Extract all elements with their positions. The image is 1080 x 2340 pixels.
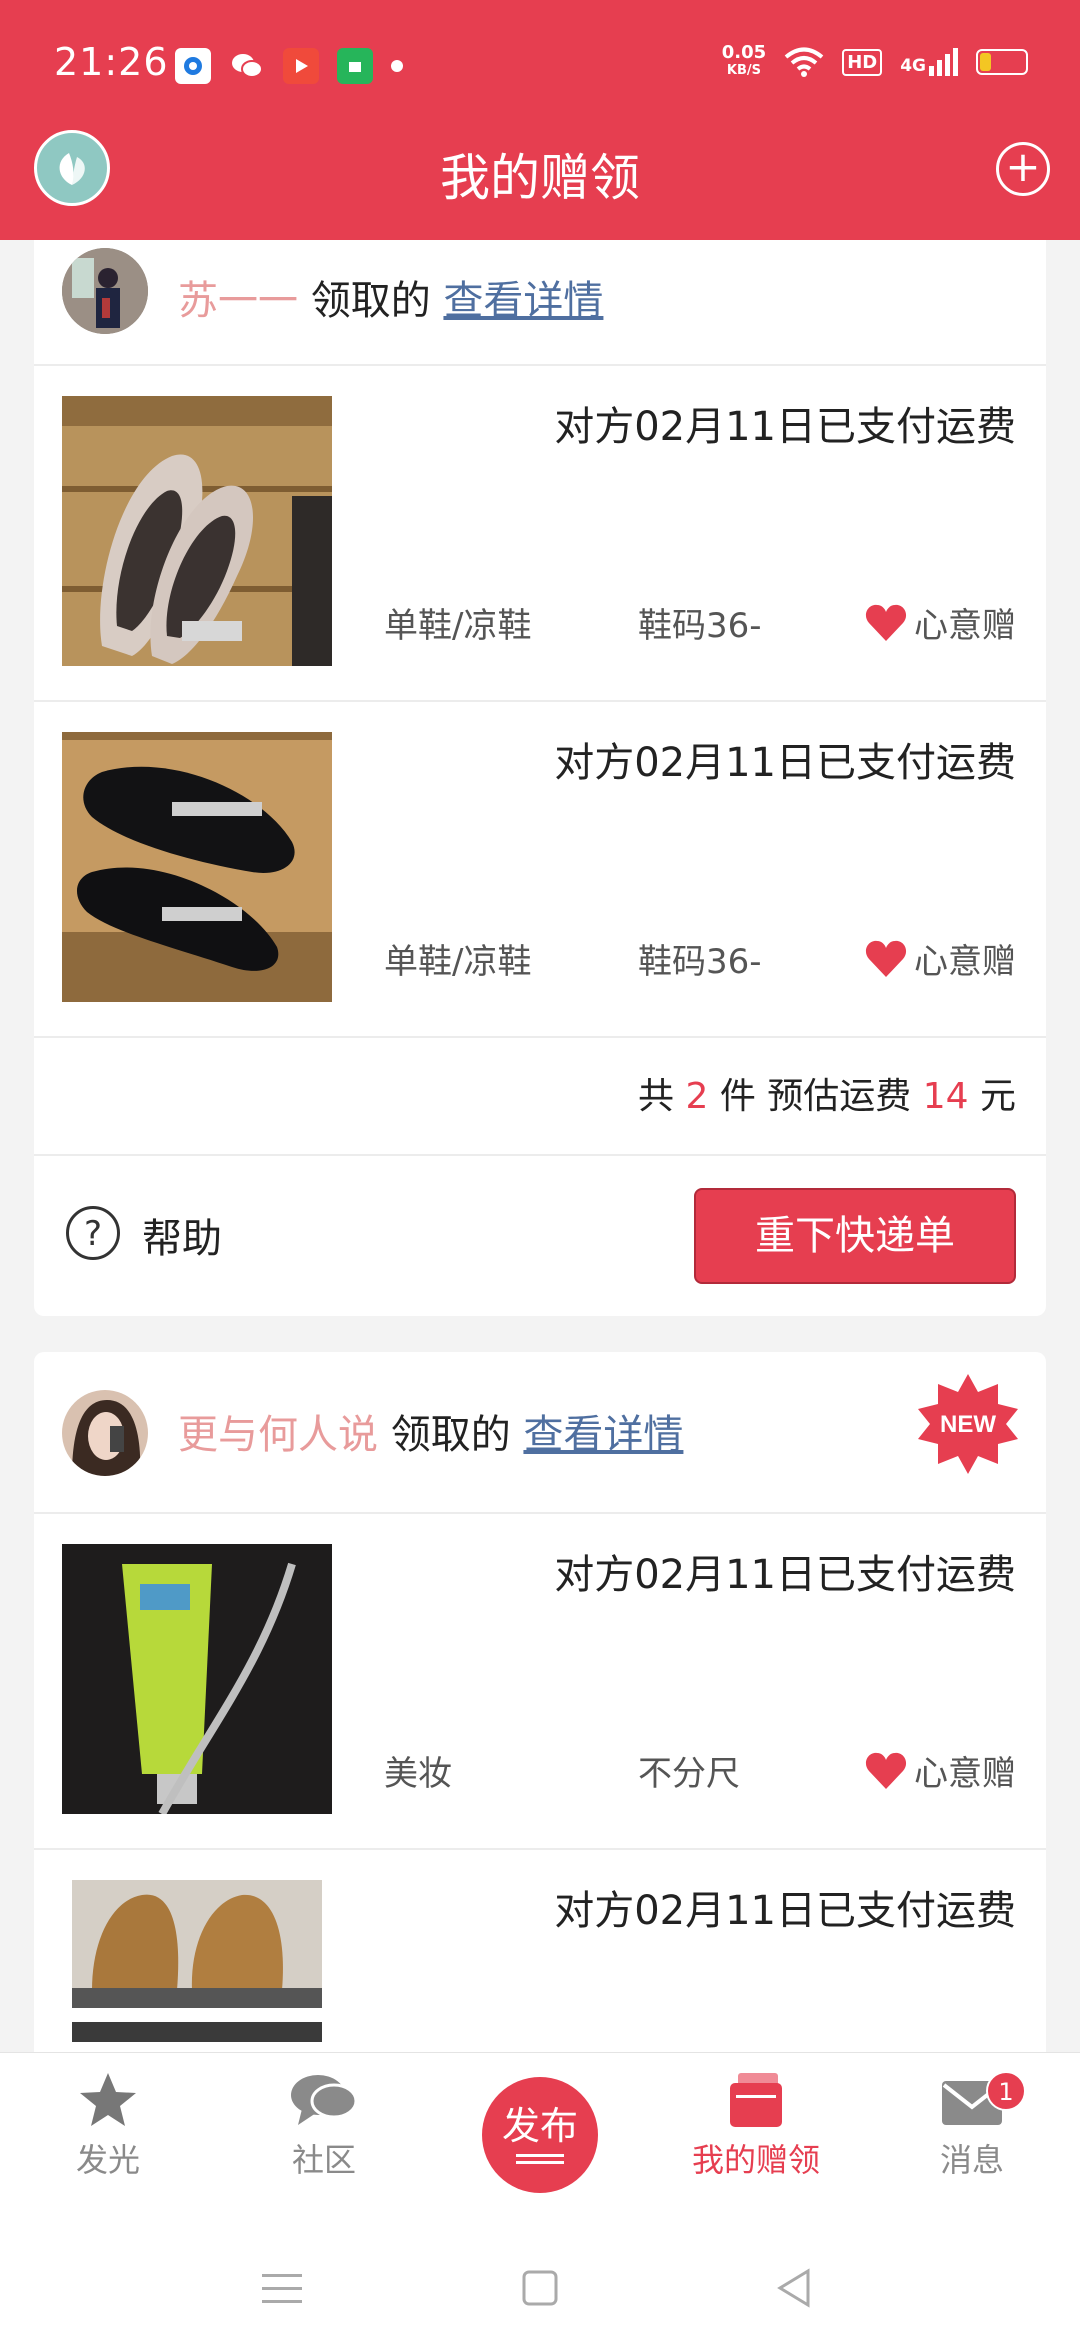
item-size: 鞋码36- [638,606,762,646]
view-details-link[interactable]: 查看详情 [523,1412,683,1458]
net-speed-value: 0.05 [721,42,767,63]
chat-bubble-icon [291,2075,358,2125]
item-tag-label: 心意赠 [914,606,1016,646]
item-tag-label: 心意赠 [914,1754,1016,1794]
item-tag: 心意赠 [864,1746,1016,1795]
network-type: 4G [900,56,926,76]
item-photo[interactable] [72,1880,322,2008]
item-count: 2 [685,1076,709,1117]
heart-icon [865,1752,907,1789]
item-photo[interactable] [62,396,332,666]
item-status: 对方02月11日已支付运费 [554,1888,1016,1934]
item-status: 对方02月11日已支付运费 [554,740,1016,786]
list-item[interactable]: 对方02月11日已支付运费 单鞋/凉鞋 鞋码36- 心意赠 [34,702,1046,1038]
item-category: 单鞋/凉鞋 [384,606,532,646]
tab-glow[interactable]: 发光 [18,2071,198,2181]
item-size: 不分尺 [638,1754,740,1794]
view-details-link[interactable]: 查看详情 [443,278,603,324]
status-time: 21:26 [54,40,169,84]
item-tag: 心意赠 [864,934,1016,983]
item-photo[interactable] [72,2022,322,2042]
tab-label: 发光 [75,2141,140,2179]
item-status: 对方02月11日已支付运费 [554,404,1016,450]
notification-icons [175,48,403,84]
shopping-app-icon [337,48,373,84]
tab-label: 社区 [291,2141,356,2179]
battery-level: 14 [989,51,1015,72]
order-card: 更与何人说 领取的 查看详情 NEW 对方02月11日已支付运费 美妆 不分尺 … [34,1352,1046,2052]
shipping-fee: 14 [922,1076,969,1117]
wechat-icon [229,48,265,84]
list-item[interactable]: 对方02月11日已支付运费 美妆 不分尺 心意赠 [34,1514,1046,1850]
add-button[interactable]: + [996,142,1050,196]
summary-middle: 件 预估运费 [719,1076,912,1117]
avatar[interactable] [62,1390,148,1476]
message-count-badge: 1 [986,2071,1026,2111]
net-speed: 0.05 KB/S [722,44,766,80]
signal-icon: 4G [900,48,958,76]
order-owner-line: 更与何人说 领取的 查看详情 [178,1402,683,1460]
avatar[interactable] [62,248,148,334]
owner-name[interactable]: 苏一一 [178,278,298,324]
heart-icon [865,604,907,641]
item-status: 对方02月11日已支付运费 [554,1552,1016,1598]
menu-icon[interactable] [262,2272,302,2306]
tab-community[interactable]: 社区 [234,2071,414,2181]
net-speed-unit: KB/S [726,63,762,78]
item-category: 单鞋/凉鞋 [384,942,532,982]
wallet-icon [730,2073,782,2127]
tab-label: 我的赠领 [691,2141,820,2179]
item-size: 鞋码36- [638,942,762,982]
battery-icon: 14 [976,49,1028,75]
owner-action: 领取的 [390,1412,511,1458]
video-app-icon [283,48,319,84]
help-link[interactable]: 帮助 [142,1206,222,1264]
tab-label: 消息 [939,2141,1004,2179]
owner-action: 领取的 [310,278,431,324]
heart-icon [865,940,907,977]
hd-indicator: HD [842,48,883,76]
item-photo[interactable] [62,732,332,1002]
new-badge: NEW [918,1374,1018,1474]
app-header: 21:26 0.05 KB/S HD 4G 14 我的赠领 + [0,0,1080,240]
item-tag: 心意赠 [864,598,1016,647]
status-bar: 21:26 0.05 KB/S HD 4G 14 [0,0,1080,130]
wifi-icon [784,47,824,77]
publish-button[interactable]: 发布 [482,2077,598,2193]
status-right: 0.05 KB/S HD 4G 14 [722,44,1028,80]
order-card: 苏一一 领取的 查看详情 对方02月11日已支付运费 单鞋/凉鞋 鞋码36- 心… [34,240,1046,1316]
system-navigation-bar [0,2222,1080,2340]
tab-my-gifts[interactable]: 我的赠领 [666,2071,846,2181]
order-header: 苏一一 领取的 查看详情 [34,232,1046,366]
tab-messages[interactable]: 消息 1 [882,2071,1062,2181]
new-badge-label: NEW [940,1411,996,1438]
summary-prefix: 共 [637,1076,674,1117]
reorder-shipping-button[interactable]: 重下快递单 [694,1188,1016,1284]
item-tag-label: 心意赠 [914,942,1016,982]
back-icon[interactable] [776,2268,812,2308]
order-summary: 共 2 件 预估运费 14 元 [34,1038,1046,1156]
summary-suffix: 元 [979,1076,1016,1117]
order-owner-line: 苏一一 领取的 查看详情 [178,268,603,326]
page-title: 我的赠领 [440,149,640,207]
item-photo[interactable] [62,1544,332,1814]
order-actions: ? 帮助 重下快递单 [34,1156,1046,1306]
publish-label: 发布 [501,2104,578,2148]
bottom-tab-bar: 发光 社区 发布 我的赠领 消息 1 [0,2052,1080,2222]
home-icon[interactable] [522,2270,558,2306]
order-header: 更与何人说 领取的 查看详情 NEW [34,1352,1046,1514]
app-notification-icon [175,48,211,84]
help-icon[interactable]: ? [66,1206,120,1260]
more-notifications-dot [391,60,403,72]
owner-name[interactable]: 更与何人说 [178,1412,378,1458]
item-category: 美妆 [384,1754,452,1794]
list-item[interactable]: 对方02月11日已支付运费 单鞋/凉鞋 鞋码36- 心意赠 [34,366,1046,702]
star-icon [80,2073,136,2126]
